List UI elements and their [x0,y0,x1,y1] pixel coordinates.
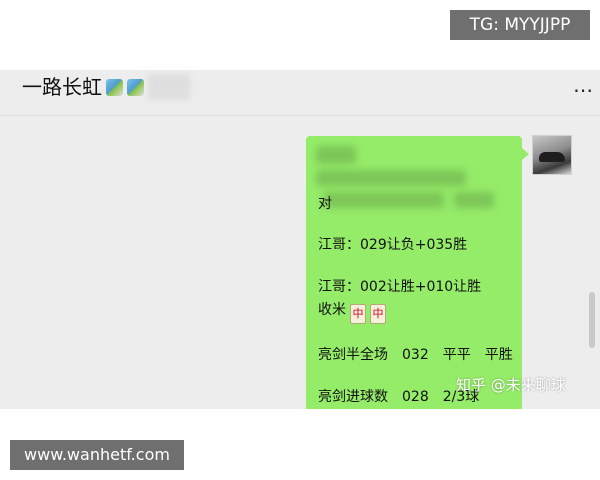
more-options-icon[interactable]: ⋯ [573,80,593,100]
scrollbar[interactable] [589,292,595,348]
rainbow-emoji-icon [127,79,144,96]
message-line: 江哥：029让负+035胜 [318,237,468,253]
chat-header: 一路长虹 ⋯ [0,70,600,116]
chat-title[interactable]: 一路长虹 [22,70,190,115]
mahjong-red-dragon-icon: 中 [350,304,366,324]
site-url-badge: www.wanhetf.com [10,440,184,470]
partial-char: 对 [318,196,332,212]
blurred-text [454,192,494,208]
message-line: 江哥：002让胜+010让胜 [318,279,482,295]
message-line-with-tiles: 收米中中 [318,299,386,324]
blurred-text [316,146,356,164]
car-icon [539,152,565,162]
blurred-text [324,192,444,208]
chat-area[interactable]: 对 江哥：029让负+035胜 江哥：002让胜+010让胜 收米中中 亮剑半全… [0,116,600,409]
rainbow-emoji-icon [106,79,123,96]
message-line: 亮剑半全场 032 平平 平胜 [318,347,513,363]
zhihu-watermark: 知乎 @未来聊球 [456,376,566,394]
message-line: 收米 [318,302,346,318]
bubble-tail [522,148,529,160]
chat-title-text: 一路长虹 [22,75,102,99]
mahjong-red-dragon-icon: 中 [370,304,386,324]
tg-overlay-badge: TG: MYYJJPP [450,10,590,40]
blurred-text [316,170,466,186]
avatar[interactable] [532,135,572,175]
message-bubble[interactable]: 对 江哥：029让负+035胜 江哥：002让胜+010让胜 收米中中 亮剑半全… [306,136,522,409]
blurred-title-suffix [148,74,190,100]
